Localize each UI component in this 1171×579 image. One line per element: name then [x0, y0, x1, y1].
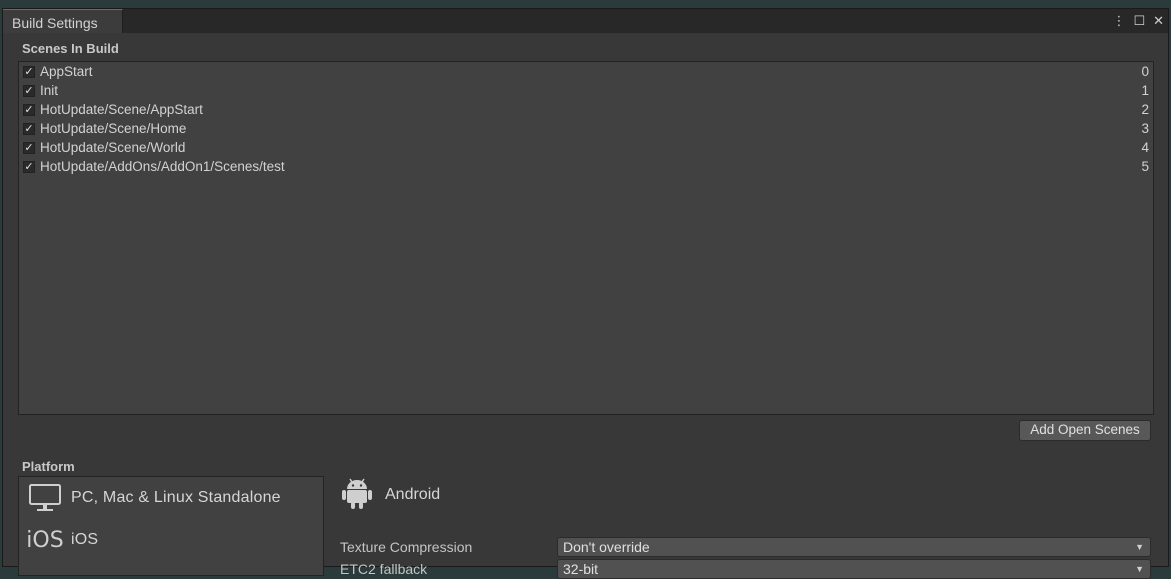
add-open-scenes-button[interactable]: Add Open Scenes [1019, 420, 1151, 441]
scene-row[interactable]: ✓ HotUpdate/AddOns/AddOn1/Scenes/test 5 [19, 157, 1153, 176]
scene-index: 2 [1141, 102, 1149, 117]
platform-label: iOS [71, 531, 99, 548]
selected-platform-label: Android [385, 485, 441, 503]
dropdown-value: 32-bit [563, 561, 599, 577]
scene-checkbox[interactable]: ✓ [23, 84, 35, 97]
platform-item-ios[interactable]: iOS iOS [19, 519, 323, 561]
dropdown-arrow-icon: ▼ [1135, 564, 1144, 574]
scene-index: 5 [1141, 159, 1149, 174]
scene-index: 4 [1141, 140, 1149, 155]
scene-row[interactable]: ✓ HotUpdate/Scene/AppStart 2 [19, 100, 1153, 119]
platform-list: PC, Mac & Linux Standalone iOS iOS [18, 476, 324, 576]
texture-compression-label: Texture Compression [340, 539, 473, 555]
close-icon[interactable]: ✕ [1153, 12, 1164, 30]
ios-icon: iOS [26, 527, 64, 553]
selected-platform-title: Android [341, 475, 440, 514]
window-controls: ⋮ ☐ ✕ [1112, 12, 1164, 30]
scene-checkbox[interactable]: ✓ [23, 141, 35, 154]
android-icon [341, 475, 373, 514]
scenes-in-build-header: Scenes In Build [22, 41, 119, 56]
scene-name: Init [40, 83, 59, 98]
scene-checkbox[interactable]: ✓ [23, 160, 35, 173]
scene-row[interactable]: ✓ Init 1 [19, 81, 1153, 100]
scene-row[interactable]: ✓ HotUpdate/Scene/Home 3 [19, 119, 1153, 138]
scene-index: 1 [1141, 83, 1149, 98]
platform-label: PC, Mac & Linux Standalone [71, 489, 281, 506]
maximize-icon[interactable]: ☐ [1133, 12, 1145, 30]
tab-build-settings[interactable]: Build Settings [3, 9, 123, 33]
scene-checkbox[interactable]: ✓ [23, 103, 35, 116]
scene-list[interactable]: ✓ AppStart 0 ✓ Init 1 ✓ HotUpdate/Scene/AppStar… [18, 61, 1154, 415]
tab-bar: Build Settings ⋮ ☐ ✕ [3, 9, 1168, 33]
scene-checkbox[interactable]: ✓ [23, 65, 35, 78]
scene-index: 3 [1141, 121, 1149, 136]
etc2-fallback-label: ETC2 fallback [340, 561, 428, 577]
platform-header: Platform [22, 459, 75, 474]
scene-index: 0 [1141, 64, 1149, 79]
scene-name: HotUpdate/Scene/World [40, 140, 186, 155]
scene-row[interactable]: ✓ AppStart 0 [19, 62, 1153, 81]
dropdown-value: Don't override [563, 539, 650, 555]
build-settings-window: Build Settings ⋮ ☐ ✕ Scenes In Build ✓ Ap… [2, 8, 1169, 579]
monitor-icon [25, 482, 65, 514]
scene-checkbox[interactable]: ✓ [23, 122, 35, 135]
dropdown-arrow-icon: ▼ [1135, 542, 1144, 552]
scene-name: HotUpdate/Scene/AppStart [40, 102, 203, 117]
more-menu-icon[interactable]: ⋮ [1112, 12, 1125, 30]
texture-compression-dropdown[interactable]: Don't override ▼ [557, 537, 1151, 557]
scene-name: HotUpdate/Scene/Home [40, 121, 187, 136]
etc2-fallback-dropdown[interactable]: 32-bit ▼ [557, 559, 1151, 579]
platform-item-standalone[interactable]: PC, Mac & Linux Standalone [19, 477, 323, 519]
scene-name: AppStart [40, 64, 93, 79]
scene-row[interactable]: ✓ HotUpdate/Scene/World 4 [19, 138, 1153, 157]
scene-name: HotUpdate/AddOns/AddOn1/Scenes/test [40, 159, 285, 174]
